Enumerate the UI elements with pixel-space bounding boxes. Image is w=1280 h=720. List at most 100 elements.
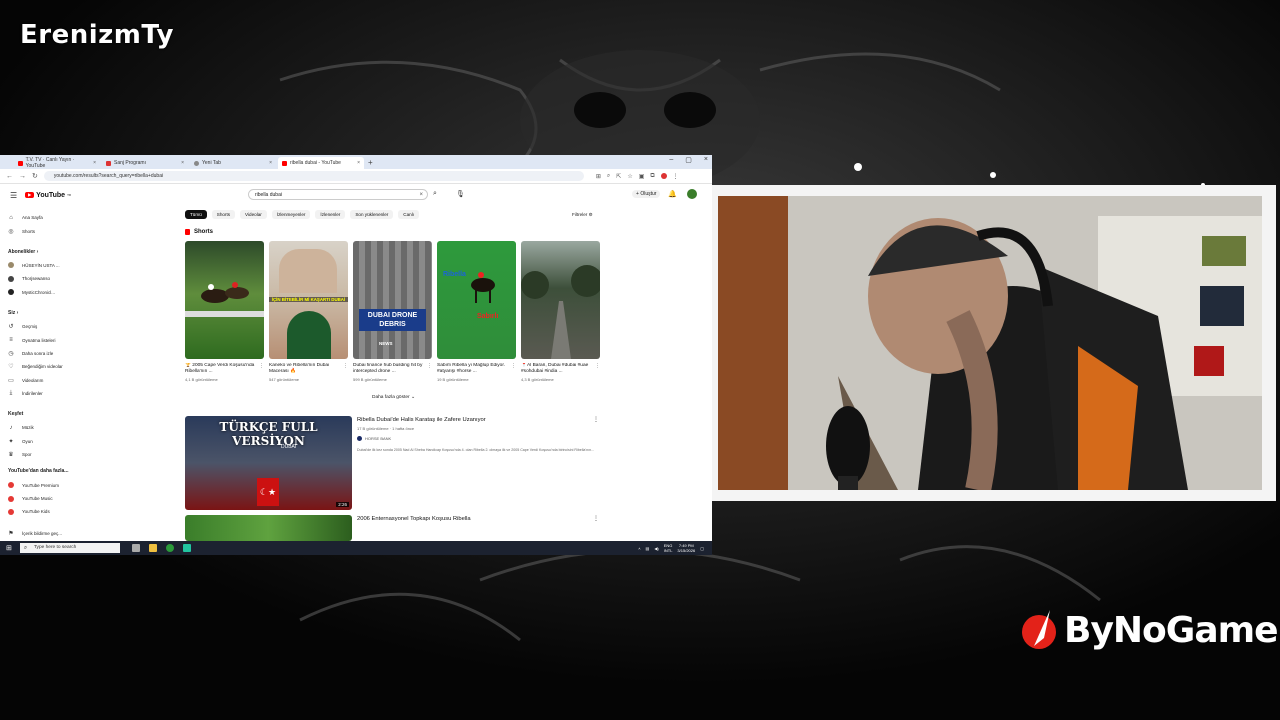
chevron-up-icon[interactable]: ˄ — [638, 546, 640, 551]
short-thumbnail[interactable] — [521, 241, 600, 359]
video-title[interactable]: 2006 Enternasyonel Topkapı Koşusu Ribell… — [357, 516, 471, 522]
short-card[interactable]: 📍Al Barari, Dubai #dubai #uae #sohdubai … — [521, 241, 600, 382]
more-options-icon[interactable]: ⋮ — [593, 416, 599, 423]
puzzle-icon[interactable]: ⧉ — [650, 173, 654, 180]
youtube-logo[interactable]: ▶ YouTube TR — [25, 192, 71, 199]
sidebar-sub-item[interactable]: MysticChronicl... — [8, 286, 78, 299]
taskbar-search-input[interactable]: ⌕ Type here to search — [19, 543, 120, 553]
zoom-icon[interactable]: ⌕ — [607, 173, 610, 180]
sidebar-item-sports[interactable]: ♛ Spor — [8, 448, 78, 461]
sidebar-item-report[interactable]: ⚑ İçerik bildirme geç... — [8, 527, 78, 540]
extension-icon[interactable]: ▣ — [639, 173, 645, 180]
back-icon[interactable]: ← — [6, 173, 13, 180]
short-card[interactable]: 🏆 2005 Cape Verdi Koşusu'nda Ribella'nın… — [185, 241, 264, 382]
sidebar-item-home[interactable]: ⌂ Ana Sayfa — [8, 211, 78, 224]
filters-button[interactable]: Filtreler ⚙ — [572, 212, 593, 218]
sidebar-item-your-videos[interactable]: ▭ Videolarım — [8, 374, 78, 387]
profile-icon[interactable] — [660, 172, 667, 179]
sidebar-item-kids[interactable]: YouTube Kids — [8, 505, 78, 518]
sidebar-sub-item[interactable]: HÜSEYİN USTA ... — [8, 259, 78, 272]
show-more-button[interactable]: Daha fazla göster ⌄ — [372, 395, 415, 400]
avatar[interactable] — [687, 189, 697, 199]
video-result[interactable]: TÜRKÇE FULL VERSİYON DUBAI ☾★ 2:26 Ribel… — [185, 416, 605, 510]
short-card[interactable]: DUBAI DRONE DEBRIS NEWS Dubai finance hu… — [353, 241, 432, 382]
create-button[interactable]: + Oluştur — [632, 190, 661, 198]
video-thumbnail[interactable] — [185, 515, 352, 541]
short-thumbnail[interactable]: Ribella Sabırlı — [437, 241, 516, 359]
sidebar-item-watch-later[interactable]: ◷ Daha sonra izle — [8, 347, 78, 360]
clear-icon[interactable]: × — [419, 190, 423, 201]
short-card[interactable]: İÇİN BİTEBİLİR Mİ KAŞARTI DUBAİ Kaneko v… — [269, 241, 348, 382]
sidebar-item-music[interactable]: ♪ Müzik — [8, 421, 78, 434]
subscriptions-heading[interactable]: Abonelikler › — [8, 246, 78, 259]
sidebar-sub-item[interactable]: Thorjsewanso — [8, 272, 78, 285]
chip-shorts[interactable]: Shorts — [211, 210, 236, 219]
tab-1[interactable]: T.V. TV · Canlı Yayın · YouTube × — [14, 157, 100, 169]
notifications-icon[interactable]: 🔔 — [668, 190, 677, 198]
url-field[interactable]: youtube.com/results?search_query=ribella… — [43, 171, 584, 181]
volume-icon[interactable]: ◀) — [654, 546, 658, 551]
close-icon[interactable]: × — [357, 160, 360, 166]
microphone-icon[interactable]: 🎙 — [456, 190, 465, 198]
sidebar-item-liked[interactable]: ♡ Beğendiğim videolar — [8, 360, 78, 373]
video-result[interactable]: 2006 Enternasyonel Topkapı Koşusu Ribell… — [185, 515, 605, 541]
sidebar-item-playlists[interactable]: ≡ Oynatma listeleri — [8, 333, 78, 346]
close-icon[interactable]: × — [269, 160, 272, 166]
minimize-icon[interactable]: – — [669, 156, 673, 164]
forward-icon[interactable]: → — [19, 173, 26, 180]
hamburger-menu-icon[interactable]: ☰ — [10, 191, 17, 200]
close-window-icon[interactable]: × — [704, 156, 708, 164]
app-icon[interactable] — [182, 544, 191, 552]
short-thumbnail[interactable]: DUBAI DRONE DEBRIS NEWS — [353, 241, 432, 359]
chip-live[interactable]: Canlı — [398, 210, 420, 219]
network-icon[interactable]: ▤ — [646, 546, 650, 551]
chip-watched[interactable]: İzlenenler — [315, 210, 346, 219]
short-thumbnail[interactable] — [185, 241, 264, 359]
language-indicator[interactable]: ENG INTL — [664, 543, 673, 553]
maximize-icon[interactable]: ▢ — [685, 156, 692, 164]
more-options-icon[interactable]: ⋮ — [259, 363, 264, 369]
reload-icon[interactable]: ↻ — [32, 172, 38, 180]
star-icon[interactable]: ☆ — [627, 173, 632, 180]
windows-start-icon[interactable]: ⊞ — [6, 544, 12, 552]
video-title[interactable]: Ribella Dubai'de Halis Karataş ile Zafer… — [357, 417, 486, 423]
notification-center-icon[interactable]: ▢ — [700, 546, 704, 551]
tab-3[interactable]: Yeni Tab × — [190, 157, 276, 169]
task-view-icon[interactable] — [131, 544, 140, 552]
sidebar-item-gaming[interactable]: ✦ Oyun — [8, 435, 78, 448]
chip-unwatched[interactable]: İzlenmeyenler — [271, 210, 311, 219]
close-icon[interactable]: × — [93, 160, 96, 166]
short-thumbnail[interactable]: İÇİN BİTEBİLİR Mİ KAŞARTI DUBAİ — [269, 241, 348, 359]
video-channel[interactable]: HORSE BANK — [357, 436, 391, 441]
more-options-icon[interactable]: ⋮ — [427, 363, 432, 369]
sidebar-item-shorts[interactable]: ◎ Shorts — [8, 224, 78, 237]
sidebar-item-premium[interactable]: YouTube Premium — [8, 478, 78, 491]
short-card[interactable]: Ribella Sabırlı Sabırlı Ribella yı Mağlu… — [437, 241, 516, 382]
chip-all[interactable]: Tümü — [185, 210, 207, 219]
file-explorer-icon[interactable] — [148, 544, 157, 552]
more-options-icon[interactable]: ⋮ — [595, 363, 600, 369]
tab-4-active[interactable]: ribella dubai - YouTube × — [278, 157, 364, 169]
more-options-icon[interactable]: ⋮ — [511, 363, 516, 369]
close-icon[interactable]: × — [181, 160, 184, 166]
translate-icon[interactable]: ⊞ — [596, 173, 601, 180]
more-options-icon[interactable]: ⋮ — [343, 363, 348, 369]
more-options-icon[interactable]: ⋮ — [593, 515, 599, 522]
tab-2[interactable]: Sanj Programı × — [102, 157, 188, 169]
chip-videos[interactable]: Videolar — [240, 210, 267, 219]
sidebar-item-downloads[interactable]: ⤓ İndirilenler — [8, 387, 78, 400]
chip-recent[interactable]: Son yüklenenler — [350, 210, 394, 219]
search-input[interactable]: ribella dubai × — [248, 189, 428, 200]
youtube-icon — [18, 160, 23, 166]
sidebar-item-history[interactable]: ↺ Geçmiş — [8, 320, 78, 333]
menu-icon[interactable]: ⋮ — [673, 173, 679, 180]
video-thumbnail[interactable]: TÜRKÇE FULL VERSİYON DUBAI ☾★ 2:26 — [185, 416, 352, 510]
sidebar-item-music-app[interactable]: YouTube Music — [8, 492, 78, 505]
clock[interactable]: 7:49 PM 3/15/2026 — [677, 543, 695, 553]
you-heading[interactable]: Siz › — [8, 307, 78, 320]
share-icon[interactable]: ⇱ — [616, 173, 621, 180]
music-icon: ♪ — [9, 424, 13, 431]
new-tab-button[interactable]: + — [368, 157, 373, 169]
chrome-icon[interactable] — [165, 544, 174, 552]
search-icon[interactable]: ⌕ — [433, 190, 437, 198]
